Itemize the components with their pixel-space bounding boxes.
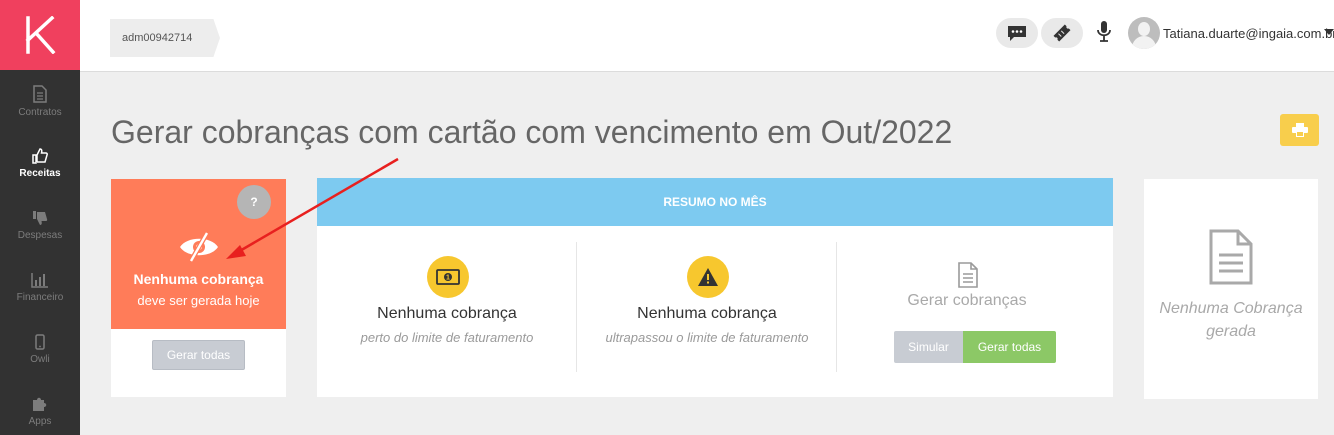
- ticket-icon: [1053, 24, 1071, 42]
- simulate-button[interactable]: Simular: [894, 331, 963, 363]
- svg-text:1: 1: [446, 275, 450, 282]
- sidebar-item-financeiro[interactable]: Financeiro: [0, 256, 80, 318]
- sidebar-item-label: Owli: [30, 353, 50, 365]
- generate-all-button[interactable]: Gerar todas: [963, 331, 1056, 363]
- help-button[interactable]: ?: [237, 185, 271, 219]
- mobile-icon: [35, 333, 45, 350]
- near-limit-column: 1 Nenhuma cobrança perto do limite de fa…: [317, 242, 577, 372]
- near-limit-title: Nenhuma cobrança: [377, 305, 517, 322]
- sidebar-item-label: Receitas: [19, 167, 61, 179]
- ticket-button[interactable]: [1041, 18, 1083, 48]
- thumbs-up-icon: [32, 147, 48, 164]
- sidebar-item-receitas[interactable]: Receitas: [0, 132, 80, 194]
- microphone-button[interactable]: [1096, 20, 1112, 49]
- document-icon: [958, 262, 978, 288]
- sidebar-item-apps[interactable]: Apps: [0, 380, 80, 435]
- thumbs-down-icon: [33, 210, 48, 225]
- breadcrumb[interactable]: adm00942714: [110, 19, 220, 57]
- avatar[interactable]: [1128, 17, 1160, 49]
- over-limit-title: Nenhuma cobrança: [637, 305, 777, 322]
- no-generated-line2: gerada: [1206, 323, 1256, 340]
- no-generated-line1: Nenhuma Cobrança: [1159, 300, 1303, 317]
- print-icon: [1291, 123, 1308, 137]
- no-charge-subtitle: deve ser gerada hoje: [137, 293, 260, 308]
- generate-charges-column: Gerar cobranças Simular Gerar todas: [837, 242, 1097, 372]
- document-icon: [33, 84, 47, 103]
- microphone-icon: [1097, 21, 1111, 42]
- chevron-down-icon[interactable]: [1324, 29, 1334, 35]
- generate-all-button[interactable]: Gerar todas: [152, 340, 245, 370]
- bar-chart-icon: [31, 272, 48, 288]
- sidebar-item-label: Apps: [28, 415, 52, 427]
- chat-icon: [1008, 26, 1026, 41]
- k-logo-icon: [25, 16, 56, 54]
- puzzle-icon: [33, 397, 47, 411]
- chat-button[interactable]: [996, 18, 1038, 48]
- sidebar-item-label: Contratos: [18, 106, 62, 118]
- generate-charges-title: Gerar cobranças: [907, 292, 1027, 309]
- top-header: adm00942714 Tatiana.duarte@ingaia.com.br: [80, 0, 1334, 72]
- eye-slash-icon: [180, 231, 218, 263]
- logo[interactable]: [0, 0, 80, 70]
- sidebar-item-despesas[interactable]: Despesas: [0, 194, 80, 256]
- money-icon: 1: [436, 269, 460, 285]
- sidebar-item-contratos[interactable]: Contratos: [0, 70, 80, 132]
- no-charge-title: Nenhuma cobrança: [133, 271, 264, 287]
- sidebar-item-label: Financeiro: [16, 291, 64, 303]
- user-email[interactable]: Tatiana.duarte@ingaia.com.br: [1163, 26, 1334, 41]
- no-generated-charges-text: Nenhuma Cobrança gerada: [1144, 297, 1318, 343]
- print-button[interactable]: [1280, 114, 1319, 146]
- summary-header: RESUMO NO MÊS: [317, 178, 1113, 226]
- generated-charges-card: Nenhuma Cobrança gerada: [1144, 179, 1318, 399]
- daily-charges-card: ? Nenhuma cobrança deve ser gerada hoje …: [111, 179, 286, 397]
- sidebar: Contratos Receitas Despesas Financeiro O…: [0, 0, 80, 435]
- no-charge-today-panel: ? Nenhuma cobrança deve ser gerada hoje: [111, 179, 286, 329]
- money-icon-badge: 1: [427, 256, 469, 298]
- over-limit-column: Nenhuma cobrança ultrapassou o limite de…: [577, 242, 837, 372]
- near-limit-subtitle: perto do limite de faturamento: [360, 330, 534, 345]
- sidebar-item-label: Despesas: [17, 229, 63, 241]
- document-icon: [1209, 229, 1253, 285]
- sidebar-item-owli[interactable]: Owli: [0, 318, 80, 380]
- monthly-summary-card: RESUMO NO MÊS 1 Nenhuma cobrança perto d…: [317, 178, 1113, 397]
- warning-icon-badge: [687, 256, 729, 298]
- over-limit-subtitle: ultrapassou o limite de faturamento: [605, 330, 809, 345]
- page-title: Gerar cobranças com cartão com venciment…: [111, 114, 953, 150]
- warning-icon: [698, 268, 718, 286]
